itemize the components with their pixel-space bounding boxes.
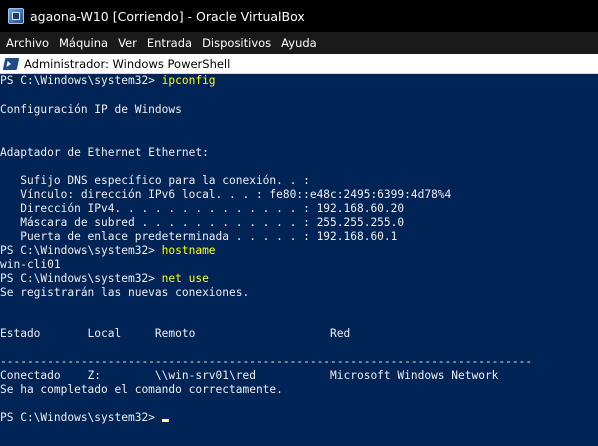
table-separator: ----------------------------------------… [0,355,533,368]
table-header: Estado Local Remoto Red [0,327,351,340]
text-cursor [161,419,169,422]
output-line: Dirección IPv4. . . . . . . . . . . . . … [0,202,405,215]
window-title: agaona-W10 [Corriendo] - Oracle VirtualB… [30,8,305,24]
output-line: Puerta de enlace predeterminada . . . . … [0,230,398,243]
prompt-line: PS C:\Windows\system32> ipconfig [0,74,216,88]
output-line: Se registrarán las nuevas conexiones. [0,286,250,299]
powershell-title-bar[interactable]: Administrador: Windows PowerShell [0,54,598,74]
output-line: Vínculo: dirección IPv6 local. . . : fe8… [0,188,452,201]
command-ipconfig: ipconfig [161,74,216,87]
prompt: PS C:\Windows\system32> [0,244,162,257]
output-line: Se ha completado el comando correctament… [0,383,283,396]
virtualbox-title-bar: agaona-W10 [Corriendo] - Oracle VirtualB… [0,0,598,32]
output-line: Configuración IP de Windows [0,103,182,116]
prompt: PS C:\Windows\system32> [0,272,162,285]
virtualbox-logo-icon [8,8,24,24]
menu-archivo[interactable]: Archivo [0,32,54,54]
menu-ayuda[interactable]: Ayuda [276,32,322,54]
prompt: PS C:\Windows\system32> [0,411,162,424]
prompt: PS C:\Windows\system32> [0,74,162,87]
output-line: Máscara de subred . . . . . . . . . . . … [0,216,405,229]
menu-entrada[interactable]: Entrada [142,32,197,54]
table-row: Conectado Z: \\win-srv01\red Microsoft W… [0,369,499,382]
menu-maquina[interactable]: Máquina [54,32,113,54]
powershell-console[interactable]: PS C:\Windows\system32> ipconfig Configu… [0,74,598,446]
command-hostname: hostname [161,244,216,257]
output-line: win-cli01 [0,258,61,271]
prompt-line: PS C:\Windows\system32> [0,411,169,425]
prompt-line: PS C:\Windows\system32> hostname [0,244,216,258]
menu-ver[interactable]: Ver [113,32,142,54]
menu-dispositivos[interactable]: Dispositivos [197,32,276,54]
output-line: Sufijo DNS específico para la conexión. … [0,174,310,187]
powershell-icon [2,57,20,70]
output-line: Adaptador de Ethernet Ethernet: [0,146,209,159]
virtualbox-menu-bar: Archivo Máquina Ver Entrada Dispositivos… [0,32,598,54]
powershell-window-title: Administrador: Windows PowerShell [24,56,231,71]
command-net-use: net use [161,272,209,285]
prompt-line: PS C:\Windows\system32> net use [0,272,209,286]
